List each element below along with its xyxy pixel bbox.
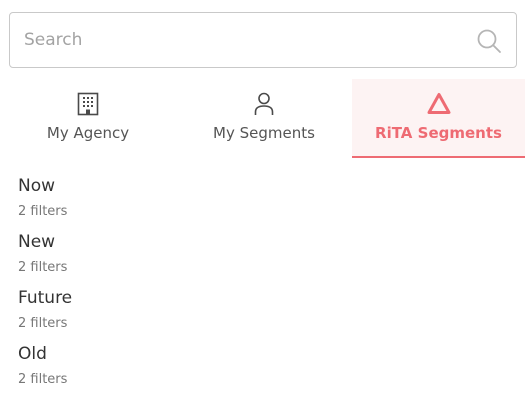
tab-my-segments[interactable]: My Segments xyxy=(176,79,352,158)
triangle-icon xyxy=(426,91,452,117)
segment-filter-count: 2 filters xyxy=(18,260,68,275)
search-icon[interactable] xyxy=(476,28,502,54)
segment-title: Now xyxy=(18,176,56,196)
list-item[interactable]: Now 2 filters xyxy=(18,174,498,230)
tab-rita-segments[interactable]: RiTA Segments xyxy=(352,79,525,158)
segment-title: New xyxy=(18,232,56,252)
tab-label: My Segments xyxy=(213,124,315,142)
list-item[interactable]: New 2 filters xyxy=(18,230,498,286)
user-icon xyxy=(251,91,277,117)
list-item[interactable]: Future 2 filters xyxy=(18,286,498,342)
segment-title: Old xyxy=(18,344,47,364)
tab-label: RiTA Segments xyxy=(375,124,502,142)
segment-filter-count: 2 filters xyxy=(18,316,68,331)
segment-tabs: My Agency My Segments RiTA Segments xyxy=(0,79,525,158)
tab-my-agency[interactable]: My Agency xyxy=(0,79,176,158)
list-item[interactable]: Old 2 filters xyxy=(18,342,498,398)
search-box[interactable] xyxy=(9,12,517,68)
segment-title: Future xyxy=(18,288,73,308)
tab-label: My Agency xyxy=(46,124,130,142)
segment-list: Now 2 filters New 2 filters Future 2 fil… xyxy=(18,174,498,398)
building-icon xyxy=(75,91,101,117)
segment-filter-count: 2 filters xyxy=(18,372,68,387)
search-input[interactable] xyxy=(24,13,464,67)
segment-filter-count: 2 filters xyxy=(18,204,68,219)
